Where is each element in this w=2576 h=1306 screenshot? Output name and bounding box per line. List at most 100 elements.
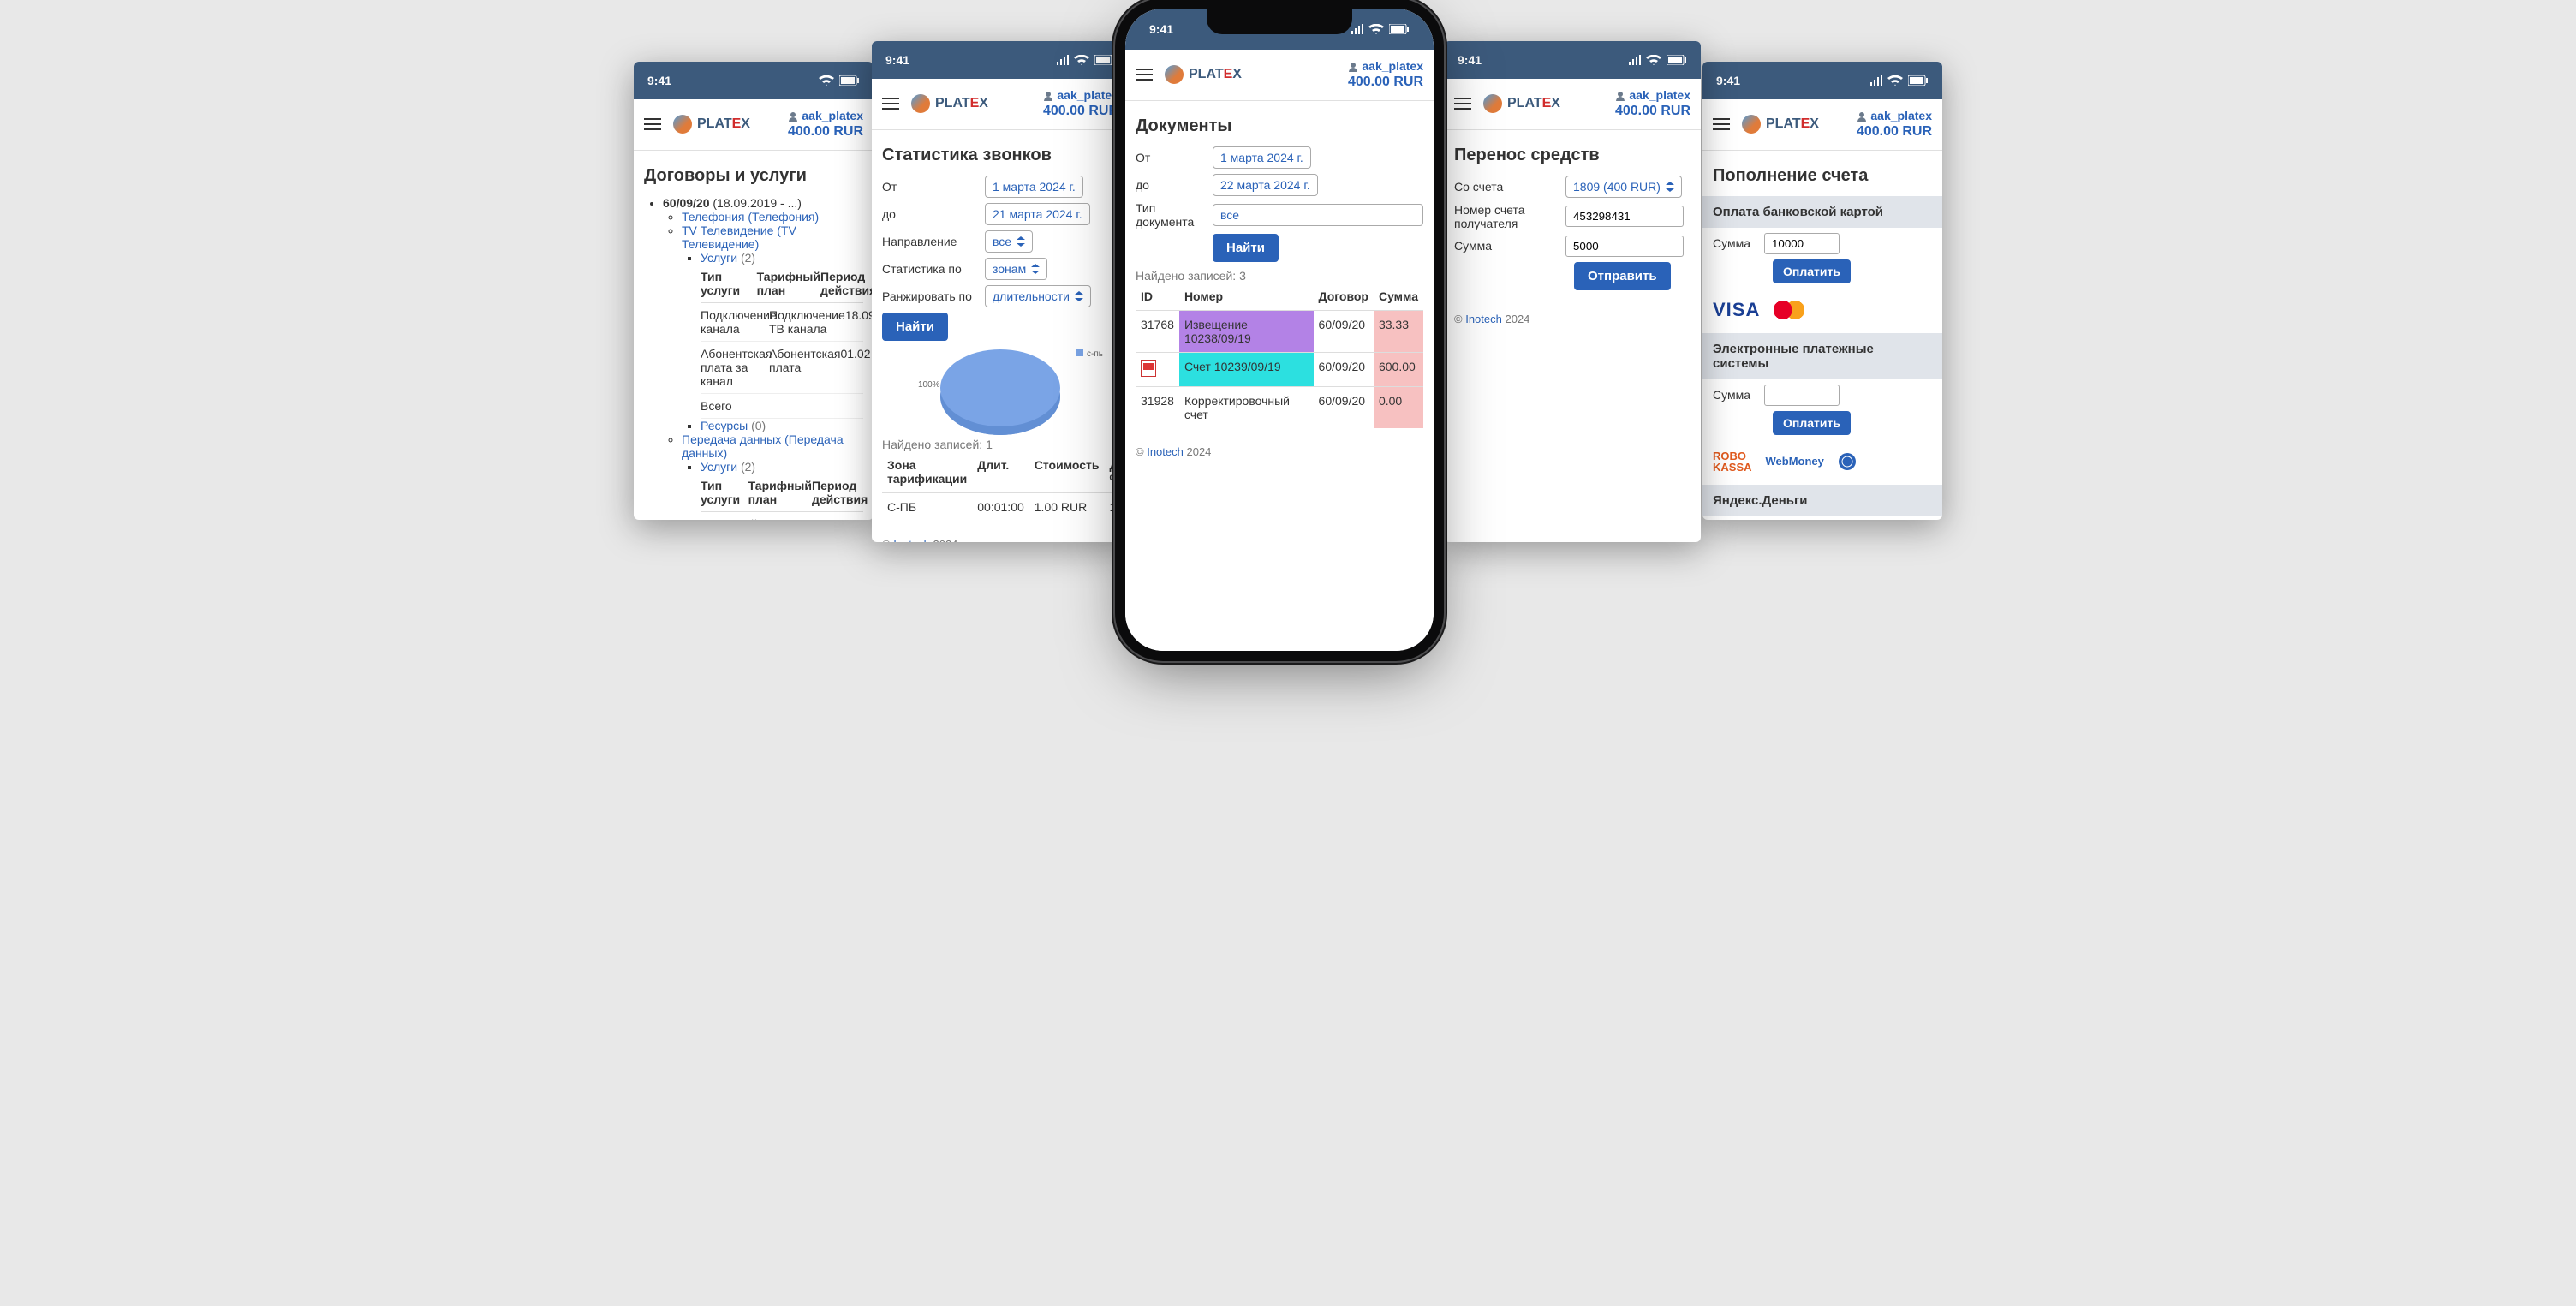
menu-icon[interactable] — [1454, 94, 1471, 113]
table-row: Входящий трафикТариф 50018.09.2019 — [701, 512, 863, 520]
logo: PLATEX — [911, 94, 988, 113]
amount-input[interactable] — [1565, 236, 1684, 257]
service-data[interactable]: Передача данных (Передача данных) — [682, 432, 844, 460]
section-eps: Электронные платежные системы — [1702, 333, 1942, 379]
data-services-link[interactable]: Услуги — [701, 460, 737, 474]
webmoney-logo: WebMoney — [1766, 455, 1824, 468]
footer: © Inotech 2024 — [1444, 304, 1701, 334]
status-bar: 9:41 — [1444, 41, 1701, 79]
app-bar: PLATEX aak_platex400.00 RUR — [872, 79, 1129, 130]
visa-logo: VISA — [1713, 299, 1760, 321]
page-title: Пополнение счета — [1713, 166, 1932, 186]
balance: 400.00 RUR — [1043, 103, 1118, 121]
section-yandex-money: Яндекс.Деньги — [1702, 485, 1942, 516]
balance: 400.00 RUR — [1615, 103, 1690, 121]
mastercard-logo — [1774, 301, 1804, 319]
footer: © Inotech 2024 — [872, 529, 1129, 542]
username[interactable]: aak_platex — [788, 108, 863, 123]
battery-icon — [1094, 55, 1115, 65]
service-telephony[interactable]: Телефония (Телефония) — [682, 210, 819, 224]
table-row[interactable]: Счет 10239/09/19 60/09/20 600.00 — [1136, 352, 1423, 386]
tv-resources-link[interactable]: Ресурсы — [701, 419, 748, 432]
service-tv[interactable]: TV Телевидение (TV Телевидение) — [682, 224, 796, 251]
menu-icon[interactable] — [644, 115, 661, 134]
signal-icon — [1870, 75, 1882, 86]
wifi-icon — [1368, 24, 1384, 34]
app-bar: PLATEX aak_platex400.00 RUR — [1702, 99, 1942, 151]
status-bar: 9:41 — [872, 41, 1129, 79]
card-amount-input[interactable] — [1764, 233, 1840, 254]
menu-icon[interactable] — [1136, 65, 1153, 84]
username[interactable]: aak_platex — [1615, 87, 1690, 103]
battery-icon — [839, 75, 860, 86]
page-title: Документы — [1136, 116, 1423, 136]
status-bar: 9:41 — [1125, 9, 1434, 50]
data-table-header: Тип услуги Тарифный план Период действия — [701, 474, 863, 512]
robokassa-logo: ROBOKASSA — [1713, 450, 1752, 473]
balance: 400.00 RUR — [1857, 123, 1932, 141]
logo: PLATEX — [1483, 94, 1560, 113]
wifi-icon — [1887, 75, 1903, 86]
wifi-icon — [1074, 55, 1089, 65]
find-button[interactable]: Найти — [882, 313, 948, 341]
page-title: Перенос средств — [1454, 146, 1690, 165]
balance: 400.00 RUR — [788, 123, 863, 141]
status-bar: 9:41 — [634, 62, 874, 99]
tv-table-header: Тип услуги Тарифный план Период действия — [701, 265, 863, 303]
wifi-icon — [819, 75, 834, 86]
recipient-input[interactable] — [1565, 206, 1684, 227]
username[interactable]: aak_platex — [1043, 87, 1118, 103]
table-row: Подключение каналаПодключение ТВ канала1… — [701, 303, 863, 342]
pdf-icon[interactable] — [1141, 360, 1156, 377]
phone-notch — [1207, 9, 1352, 34]
battery-icon — [1908, 75, 1929, 86]
stat-by-select[interactable]: зонам — [985, 258, 1047, 280]
tv-services-link[interactable]: Услуги — [701, 251, 737, 265]
status-bar: 9:41 — [1702, 62, 1942, 99]
doc-type-select[interactable]: все — [1213, 204, 1423, 226]
balance: 400.00 RUR — [1348, 74, 1423, 92]
send-button[interactable]: Отправить — [1574, 262, 1671, 290]
date-from[interactable]: 1 марта 2024 г. — [985, 176, 1083, 198]
page-title: Статистика звонков — [882, 146, 1118, 165]
signal-icon — [1057, 55, 1069, 65]
screen-transfer: 9:41 PLATEX aak_platex400.00 RUR Перенос… — [1444, 41, 1701, 542]
find-button[interactable]: Найти — [1213, 234, 1279, 262]
rank-by-select[interactable]: длительности — [985, 285, 1091, 307]
table-row: С-ПБ00:01:001.00 RUR100.00 — [882, 492, 1129, 521]
signal-icon — [1351, 24, 1363, 34]
table-row[interactable]: 31768 Извещение 10238/09/19 60/09/20 33.… — [1136, 310, 1423, 352]
from-account-select[interactable]: 1809 (400 RUR) — [1565, 176, 1682, 198]
wifi-icon — [1646, 55, 1661, 65]
menu-icon[interactable] — [1713, 115, 1730, 134]
webmoney-icon — [1838, 452, 1857, 471]
battery-icon — [1667, 55, 1687, 65]
status-time: 9:41 — [647, 74, 671, 87]
app-bar: PLATEX aak_platex400.00 RUR — [1444, 79, 1701, 130]
documents-table: IDНомерДоговорСумма 31768 Извещение 1023… — [1136, 283, 1423, 428]
logo: PLATEX — [673, 115, 750, 134]
table-row: Абонентская плата за каналАбонентская пл… — [701, 342, 863, 394]
date-from[interactable]: 1 марта 2024 г. — [1213, 146, 1311, 169]
direction-select[interactable]: все — [985, 230, 1033, 253]
screen-call-stats: 9:41 PLATEX aak_platex400.00 RUR Статист… — [872, 41, 1129, 542]
date-to[interactable]: 22 марта 2024 г. — [1213, 174, 1318, 196]
menu-icon[interactable] — [882, 94, 899, 113]
signal-icon — [1629, 55, 1641, 65]
screen-contracts: 9:41 PLATEX aak_platex 400.00 RUR Догово… — [634, 62, 874, 520]
username[interactable]: aak_platex — [1857, 108, 1932, 123]
table-row[interactable]: 31928 Корректировочный счет 60/09/20 0.0… — [1136, 386, 1423, 428]
app-bar: PLATEX aak_platex400.00 RUR — [1125, 50, 1434, 101]
date-to[interactable]: 21 марта 2024 г. — [985, 203, 1090, 225]
records-found: Найдено записей: 3 — [1136, 269, 1423, 283]
pay-card-button[interactable]: Оплатить — [1773, 259, 1851, 283]
username[interactable]: aak_platex — [1348, 58, 1423, 74]
logo: PLATEX — [1165, 65, 1242, 84]
pie-chart: 100%с-пь — [882, 349, 1118, 429]
eps-amount-input[interactable] — [1764, 385, 1840, 406]
battery-icon — [1389, 24, 1410, 34]
pay-eps-button[interactable]: Оплатить — [1773, 411, 1851, 435]
screen-topup: 9:41 PLATEX aak_platex400.00 RUR Пополне… — [1702, 62, 1942, 520]
table-row: Всего — [701, 394, 863, 419]
app-bar: PLATEX aak_platex 400.00 RUR — [634, 99, 874, 151]
